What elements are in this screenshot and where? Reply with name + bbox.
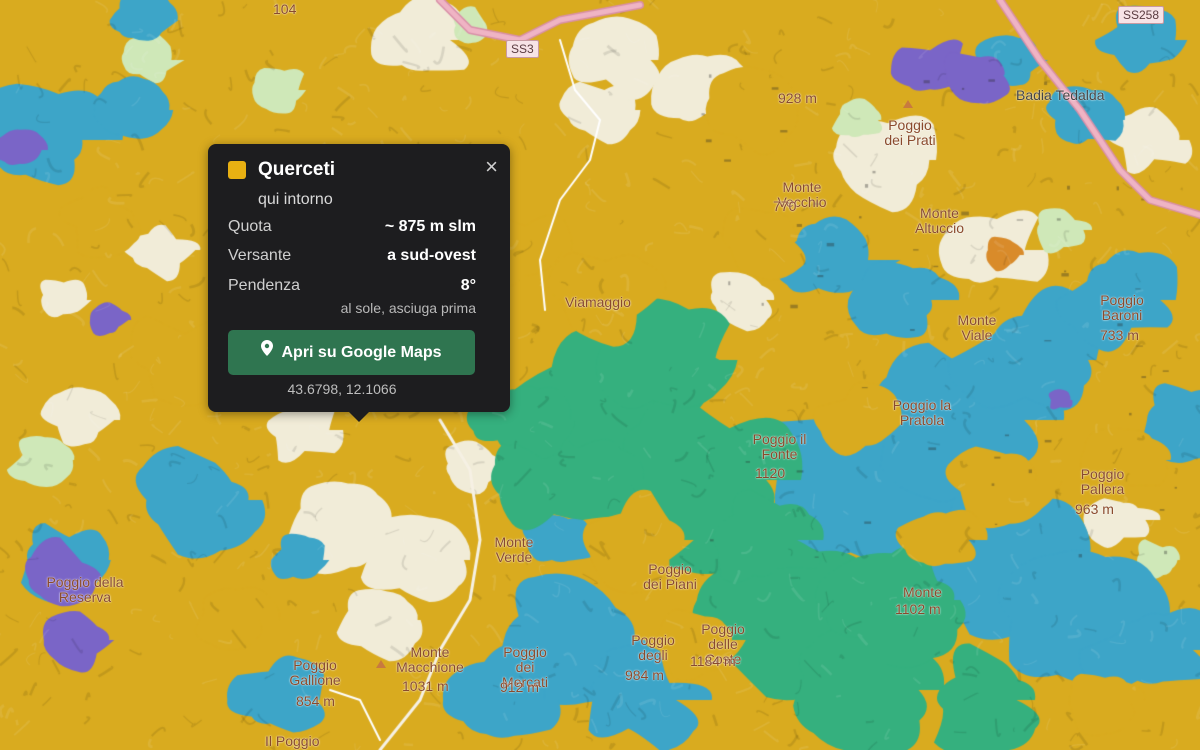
map-label: 1120 [755,465,786,481]
popup-tail [349,412,369,422]
popup-title: Querceti [258,159,336,180]
map-label: 984 m [625,667,664,683]
info-value: 8° [460,277,476,294]
map-label: Monte [903,584,942,600]
map-label: 104 [273,1,297,17]
town-label: Badia Tedalda [1016,87,1105,103]
info-row-aspect: Versante a sud-ovest [228,247,476,265]
map-pin-icon [261,329,274,374]
close-icon[interactable]: × [485,156,498,178]
map-label: 1031 m [402,678,449,694]
location-popup: Querceti × qui intorno Quota ~ 875 m slm… [208,144,510,422]
slope-note: al sole, asciuga prima [340,300,476,316]
map-label: Poggio Gallione [289,657,341,688]
button-label: Apri su Google Maps [281,344,442,361]
coordinates: 43.6798, 12.1066 [287,381,397,397]
info-value: ~ 875 m slm [384,218,476,235]
map-label: Monte Macchione [396,644,464,675]
info-row-slope: Pendenza 8° [228,277,476,295]
peak-marker [376,660,386,668]
map-label: 1102 m [895,601,941,617]
map-label: Monte Viale [957,312,997,343]
map-label: Poggio dei Piani [643,561,697,592]
map-label: 733 m [1100,327,1139,343]
map-label: 1184 m [690,653,736,669]
map-label: Poggio il Fonte [752,431,807,462]
map-label: Poggio dei Prati [884,117,936,148]
map-label: Viamaggio [565,294,631,310]
map-label: Poggio della Reserva [46,574,124,605]
map-label: 963 m [1075,501,1114,517]
info-key: Versante [228,247,292,264]
info-key: Quota [228,218,272,235]
info-row-altitude: Quota ~ 875 m slm [228,218,476,236]
map-label: Poggio degli [631,632,675,663]
map-label: 854 m [296,693,335,709]
forest-map[interactable] [0,0,1200,750]
map-label: Poggio Baroni [1100,292,1144,323]
map-label: Il Poggio [265,733,320,749]
info-value: a sud-ovest [387,247,476,264]
map-label: Poggio la Pratola [892,397,952,428]
open-google-maps-button[interactable]: Apri su Google Maps [228,330,475,375]
road-shield: SS258 [1118,6,1165,24]
map-label: 928 m [778,90,817,106]
map-label: 912 m [500,679,539,695]
map-label: Monte Verde [494,534,534,565]
info-key: Pendenza [228,277,301,294]
road-shield: SS3 [506,40,539,58]
map-label: Monte Altuccio [914,205,965,236]
popup-subtitle: qui intorno [258,191,333,208]
category-swatch [228,161,246,179]
map-label: Poggio Pallera [1080,466,1125,497]
peak-marker [903,100,913,108]
map-label: 770 [773,198,797,214]
